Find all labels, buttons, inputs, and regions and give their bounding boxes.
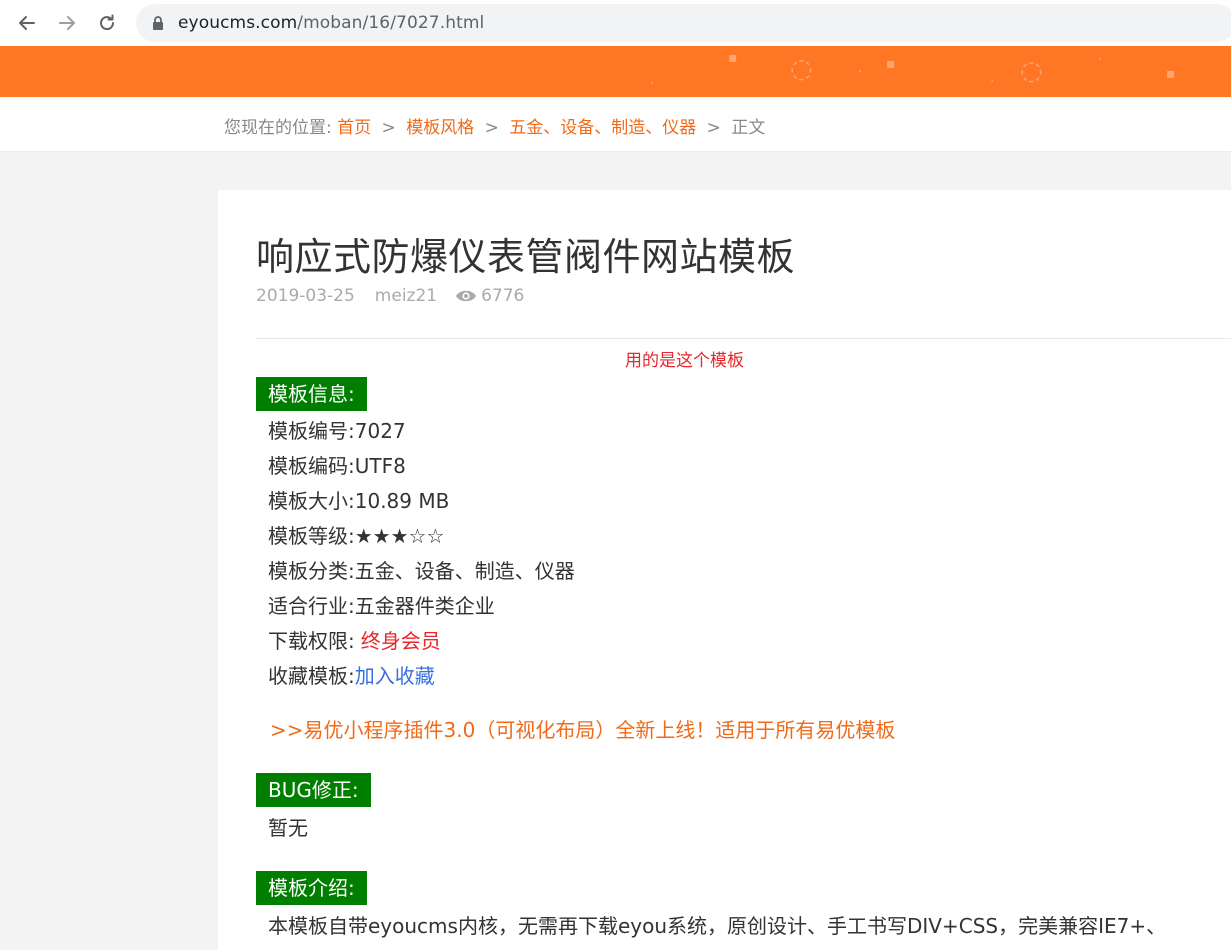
- intro-label: 模板介绍:: [256, 871, 367, 905]
- article-card: 响应式防爆仪表管阀件网站模板 2019-03-25 meiz21 6776 用的…: [218, 190, 1231, 950]
- info-key: 模板编号:: [268, 419, 355, 443]
- info-key: 模板大小:: [268, 489, 355, 513]
- info-key: 下载权限:: [268, 629, 355, 653]
- info-row-id: 模板编号:7027: [268, 415, 406, 444]
- breadcrumb-category-link[interactable]: 五金、设备、制造、仪器: [509, 118, 696, 138]
- info-key: 模板编码:: [268, 454, 355, 478]
- arrow-left-icon: [19, 16, 35, 30]
- add-favorite-link[interactable]: 加入收藏: [355, 664, 435, 688]
- article-author: meiz21: [374, 286, 438, 306]
- template-info-label: 模板信息:: [256, 377, 367, 411]
- header-decoration: ◌: [1020, 56, 1043, 86]
- reload-button[interactable]: [93, 9, 121, 37]
- breadcrumb-home-link[interactable]: 首页: [337, 118, 371, 138]
- header-decoration: ◌: [790, 54, 813, 84]
- breadcrumb-separator: >: [706, 118, 721, 138]
- info-value: UTF8: [354, 454, 406, 478]
- info-value: 五金器件类企业: [354, 594, 495, 618]
- bug-fix-text: 暂无: [268, 816, 308, 840]
- arrow-right-icon: [59, 16, 75, 30]
- header-decoration: ·: [1098, 52, 1103, 68]
- page-title: 响应式防爆仪表管阀件网站模板: [256, 235, 796, 279]
- header-decoration: ·: [990, 74, 995, 90]
- eye-icon: [455, 289, 477, 303]
- browser-toolbar: eyoucms.com/moban/16/7027.html: [0, 0, 1231, 46]
- info-value: 五金、设备、制造、仪器: [354, 559, 575, 583]
- info-row-permission: 下载权限: 终身会员: [268, 625, 441, 654]
- header-decoration: ·: [650, 76, 655, 92]
- header-decoration: ▪: [1166, 66, 1176, 82]
- breadcrumb-separator: >: [484, 118, 499, 138]
- intro-text: 本模板自带eyoucms内核，无需再下载eyou系统，原创设计、手工书写DIV+…: [268, 914, 1167, 938]
- address-bar[interactable]: eyoucms.com/moban/16/7027.html: [136, 4, 1231, 42]
- url-text: eyoucms.com/moban/16/7027.html: [178, 13, 484, 33]
- header-decoration: ·: [858, 64, 863, 80]
- bug-fix-label: BUG修正:: [256, 773, 371, 807]
- info-row-industry: 适合行业:五金器件类企业: [268, 590, 495, 619]
- breadcrumb-template-style-link[interactable]: 模板风格: [406, 118, 474, 138]
- breadcrumb-separator: >: [381, 118, 396, 138]
- info-key: 模板等级:: [268, 524, 355, 548]
- view-count: 6776: [481, 286, 525, 306]
- reload-icon: [100, 14, 115, 31]
- info-key: 模板分类:: [268, 559, 355, 583]
- info-key: 适合行业:: [268, 594, 355, 618]
- url-path: /moban/16/7027.html: [297, 13, 485, 33]
- red-note: 用的是这个模板: [625, 351, 744, 371]
- info-row-level: 模板等级:★★★☆☆: [268, 520, 444, 549]
- info-row-category: 模板分类:五金、设备、制造、仪器: [268, 555, 575, 584]
- info-row-size: 模板大小:10.89 MB: [268, 485, 449, 514]
- info-value: 10.89 MB: [354, 489, 450, 513]
- article-date: 2019-03-25: [256, 286, 355, 306]
- star-rating: ★★★☆☆: [354, 524, 445, 548]
- header-decoration: ▪: [886, 56, 896, 72]
- article-meta: 2019-03-25 meiz21 6776: [256, 286, 524, 306]
- breadcrumb-prefix: 您现在的位置:: [224, 118, 332, 138]
- info-row-favorite: 收藏模板:加入收藏: [268, 660, 435, 689]
- member-badge: 终身会员: [360, 629, 441, 653]
- breadcrumb-band: 您现在的位置: 首页 > 模板风格 > 五金、设备、制造、仪器 > 正文: [0, 97, 1231, 152]
- info-key: 收藏模板:: [268, 664, 355, 688]
- divider: [256, 338, 1231, 339]
- breadcrumb-current: 正文: [731, 118, 766, 138]
- header-decoration: ▪: [728, 50, 738, 66]
- site-header: · ▪ ◌ · ▪ · ◌ · ▪: [0, 46, 1231, 97]
- breadcrumb: 您现在的位置: 首页 > 模板风格 > 五金、设备、制造、仪器 > 正文: [224, 113, 765, 138]
- promo-link[interactable]: >>易优小程序插件3.0（可视化布局）全新上线！适用于所有易优模板: [270, 714, 895, 743]
- url-host: eyoucms.com: [178, 13, 298, 33]
- forward-button[interactable]: [53, 9, 81, 37]
- back-button[interactable]: [13, 9, 41, 37]
- info-value: 7027: [354, 419, 406, 443]
- lock-icon: [150, 15, 166, 31]
- info-row-encoding: 模板编码:UTF8: [268, 450, 406, 479]
